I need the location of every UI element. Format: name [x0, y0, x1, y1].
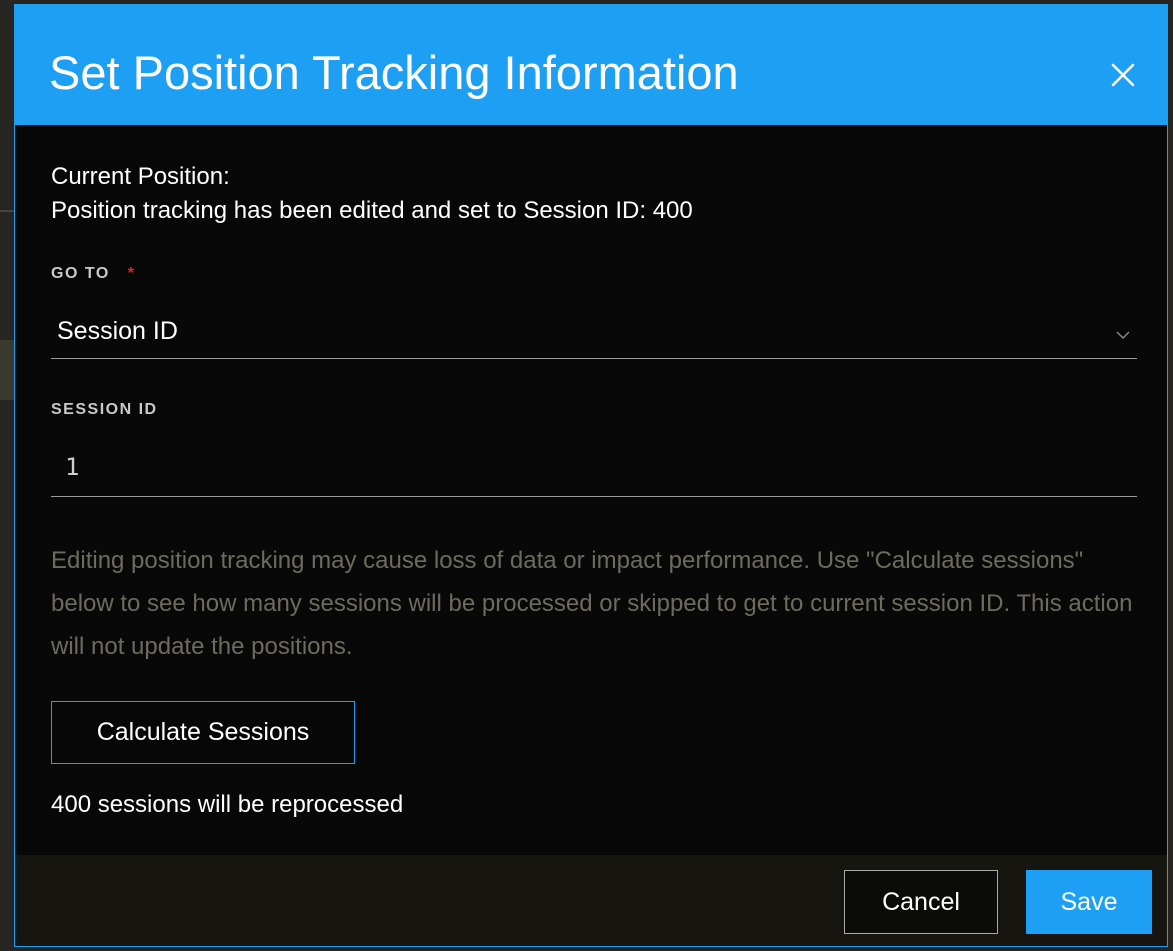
- chevron-down-icon: [1115, 327, 1131, 343]
- backdrop-divider: [0, 210, 14, 212]
- backdrop-highlight: [0, 340, 14, 400]
- session-id-label: SESSION ID: [51, 401, 158, 418]
- current-position-label: Current Position:: [51, 163, 230, 190]
- dialog-body: Current Position: Position tracking has …: [15, 125, 1167, 855]
- calculate-sessions-button[interactable]: Calculate Sessions: [51, 701, 355, 764]
- required-marker: *: [127, 265, 136, 282]
- go-to-label-text: GO TO: [51, 265, 110, 282]
- position-tracking-dialog: Set Position Tracking Information Curren…: [14, 4, 1168, 947]
- dialog-title: Set Position Tracking Information: [49, 46, 739, 99]
- save-button[interactable]: Save: [1026, 870, 1152, 934]
- session-id-input[interactable]: 1: [51, 441, 1137, 497]
- session-id-value: 1: [65, 453, 80, 481]
- dialog-footer: Cancel Save: [15, 855, 1167, 946]
- dialog-header: Set Position Tracking Information: [15, 5, 1167, 125]
- go-to-label: GO TO *: [51, 265, 136, 283]
- cancel-button[interactable]: Cancel: [844, 870, 998, 934]
- current-position-text: Position tracking has been edited and se…: [51, 197, 693, 224]
- calculation-result: 400 sessions will be reprocessed: [51, 791, 404, 818]
- close-icon[interactable]: [1105, 57, 1141, 93]
- go-to-selected-value: Session ID: [57, 317, 178, 345]
- warning-text: Editing position tracking may cause loss…: [51, 547, 1133, 660]
- go-to-select[interactable]: Session ID: [51, 311, 1137, 359]
